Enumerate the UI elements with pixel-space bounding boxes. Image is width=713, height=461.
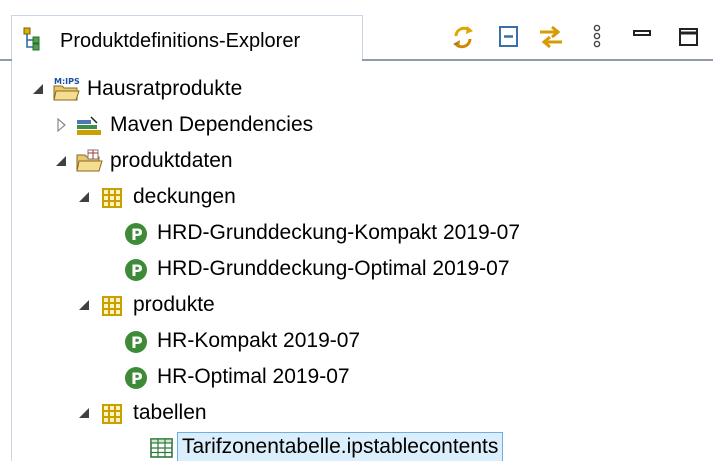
product-component-icon: P <box>122 363 150 391</box>
maximize-icon <box>676 22 702 52</box>
tree-item-label: deckungen <box>133 185 236 208</box>
svg-text:P: P <box>131 333 143 352</box>
tree-item-label: produkte <box>133 293 215 316</box>
collapsed-twisty-icon[interactable] <box>55 117 69 133</box>
svg-text:M:IPS: M:IPS <box>54 77 80 86</box>
product-component-icon: P <box>122 255 150 283</box>
tree-item-label: HR-Optimal 2019-07 <box>157 365 350 388</box>
view-menu-icon <box>588 22 606 52</box>
product-component-icon: P <box>122 219 150 247</box>
expanded-twisty-icon[interactable] <box>78 189 92 205</box>
tree-item-label: HRD-Grunddeckung-Optimal 2019-07 <box>157 257 510 280</box>
library-icon <box>75 111 103 139</box>
svg-text:P: P <box>131 225 143 244</box>
view-menu-button[interactable] <box>588 22 606 52</box>
product-component-icon: P <box>122 327 150 355</box>
expanded-twisty-icon[interactable] <box>32 81 46 97</box>
svg-text:P: P <box>131 261 143 280</box>
view-title: Produktdefinitions-Explorer <box>60 30 301 52</box>
view-header: Produktdefinitions-Explorer <box>0 0 713 62</box>
minimize-button[interactable] <box>631 22 655 52</box>
expanded-twisty-icon[interactable] <box>78 297 92 313</box>
link-with-editor-button[interactable] <box>536 22 568 52</box>
table-contents-icon <box>148 433 176 461</box>
view-tab[interactable]: Produktdefinitions-Explorer <box>11 15 363 60</box>
sync-button[interactable] <box>446 22 478 52</box>
collapse-all-icon <box>494 22 526 52</box>
tree-item-label: HRD-Grunddeckung-Kompakt 2019-07 <box>157 221 521 244</box>
ips-project-icon: M:IPS <box>52 75 80 103</box>
package-icon <box>98 183 126 211</box>
sync-icon <box>446 22 478 52</box>
tree-item-label: HR-Kompakt 2019-07 <box>157 329 361 352</box>
package-icon <box>98 291 126 319</box>
tree-item-label: tabellen <box>133 401 207 424</box>
product-definition-tree[interactable]: M:IPS Hausratprodukte Maven Dependencies <box>0 61 713 461</box>
maximize-button[interactable] <box>676 22 702 52</box>
tree-item-label: Hausratprodukte <box>87 77 243 100</box>
link-with-editor-icon <box>536 22 568 52</box>
package-icon <box>98 399 126 427</box>
minimize-icon <box>631 22 655 52</box>
expanded-twisty-icon[interactable] <box>55 153 69 169</box>
svg-text:P: P <box>131 369 143 388</box>
tree-item-label: produktdaten <box>110 149 233 172</box>
collapse-all-button[interactable] <box>494 22 526 52</box>
expanded-twisty-icon[interactable] <box>78 405 92 421</box>
tree-item-label: Tarifzonentabelle.ipstablecontents <box>177 432 504 461</box>
open-folder-icon <box>75 147 103 175</box>
project-tree-icon <box>23 27 41 51</box>
tree-item-label: Maven Dependencies <box>110 113 314 136</box>
